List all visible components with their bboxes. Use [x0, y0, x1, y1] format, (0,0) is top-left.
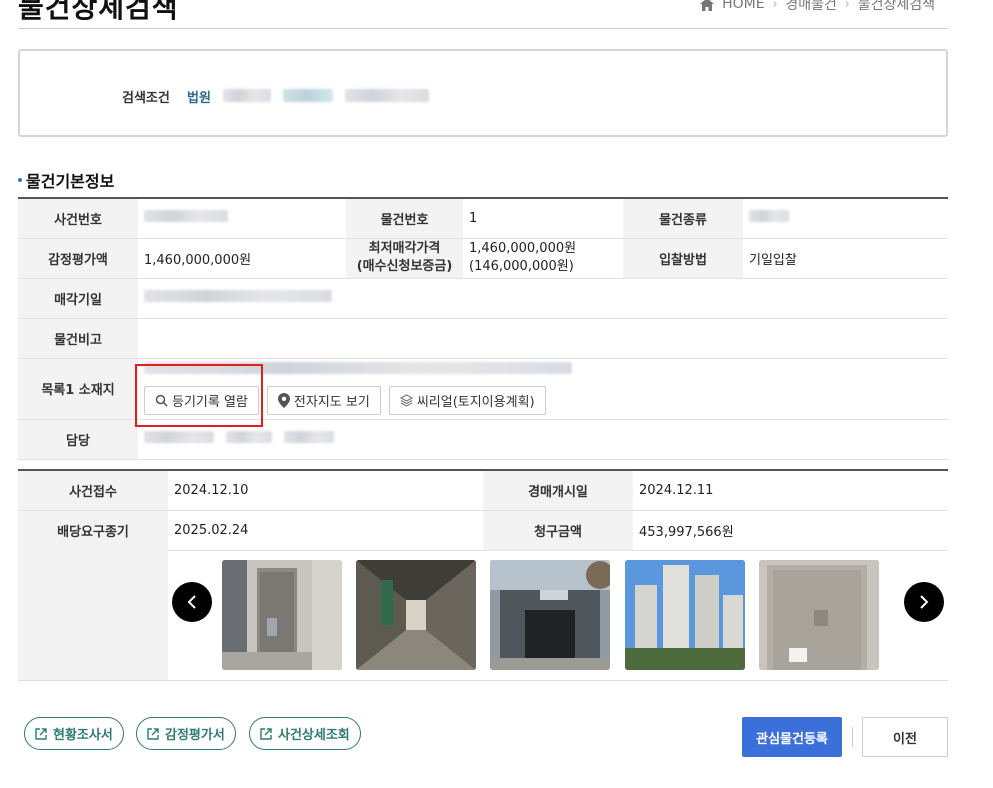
survey-report-label: 현황조사서: [53, 728, 113, 743]
back-button[interactable]: 이전: [862, 717, 948, 757]
address-label: 목록1 소재지: [18, 358, 138, 420]
case-detail-button[interactable]: 사건상세조회: [249, 717, 361, 750]
table-row: 사건번호 물건번호 1 물건종류: [18, 198, 948, 239]
registry-view-label: 등기기록 열람: [172, 395, 248, 410]
min-price-label-line2: (매수신청보증금): [356, 259, 453, 274]
item-type-label: 물건종류: [623, 198, 743, 239]
search-condition-label: 검색조건: [122, 91, 170, 106]
bullet-icon: [18, 178, 22, 182]
table-row: 물건비고: [18, 318, 948, 359]
chevron-left-icon: [187, 595, 196, 609]
chevron-right-icon: ›: [772, 0, 778, 11]
photo-thumbnail[interactable]: [222, 560, 342, 670]
table-row: 배당요구종기 2025.02.24 청구금액 453,997,566원: [18, 510, 948, 551]
deadline-label: 배당요구종기: [18, 510, 168, 551]
claim-value: 453,997,566원: [633, 510, 948, 551]
item-no-label: 물건번호: [346, 198, 463, 239]
next-arrow-button[interactable]: [904, 582, 944, 622]
section-title-text: 물건기본정보: [26, 172, 115, 191]
min-price: 1,460,000,000원: [469, 241, 577, 256]
address-text: [144, 362, 942, 378]
search-court-label: 법원: [187, 91, 211, 106]
breadcrumb-current: 물건상세검색: [857, 0, 935, 13]
case-no-label: 사건번호: [18, 198, 138, 239]
registry-view-button[interactable]: 등기기록 열람: [144, 386, 259, 415]
sale-date-label: 매각기일: [18, 278, 138, 319]
redacted-text: [223, 89, 271, 102]
search-condition-values: [223, 89, 429, 102]
e-map-button[interactable]: 전자지도 보기: [266, 386, 381, 415]
bid-method-value: 기일입찰: [743, 238, 948, 279]
remarks-value: [138, 318, 948, 359]
page-title: 물건상세검색: [18, 0, 179, 24]
layers-icon: [399, 394, 413, 407]
appraisal-value: 1,460,000,000원: [138, 238, 346, 279]
table-row: 담당: [18, 419, 948, 460]
redacted-text: [345, 89, 429, 102]
table-row: 목록1 소재지 등기기록 열람 전자지도 보기 씨리얼(토지이용계획): [18, 358, 948, 420]
photo-gallery: [18, 550, 948, 681]
address-value: 등기기록 열람 전자지도 보기 씨리얼(토지이용계획): [138, 358, 948, 420]
receipt-value: 2024.12.10: [168, 470, 483, 511]
deposit: (146,000,000원): [469, 259, 574, 274]
photo-thumbnail[interactable]: [356, 560, 476, 670]
appraisal-label: 감정평가액: [18, 238, 138, 279]
chevron-right-icon: [920, 595, 929, 609]
breadcrumb-auction[interactable]: 경매물건: [785, 0, 837, 14]
photo-thumbnail[interactable]: [625, 560, 745, 670]
button-divider: [852, 727, 853, 747]
external-link-icon: [260, 727, 272, 740]
receipt-label: 사건접수: [18, 470, 168, 511]
home-icon: [700, 0, 715, 11]
title-divider: [18, 28, 948, 29]
table-row: 감정평가액 1,460,000,000원 최저매각가격 (매수신청보증금) 1,…: [18, 238, 948, 279]
external-link-icon: [147, 727, 159, 740]
deadline-value: 2025.02.24: [168, 510, 483, 551]
seereal-button[interactable]: 씨리얼(토지이용계획): [388, 386, 546, 415]
appraisal-report-button[interactable]: 감정평가서: [136, 717, 236, 750]
appraisal-report-label: 감정평가서: [165, 728, 225, 743]
case-no-value: [138, 198, 346, 239]
prev-arrow-button[interactable]: [172, 582, 212, 622]
seereal-label: 씨리얼(토지이용계획): [416, 395, 535, 410]
address-buttons: 등기기록 열람 전자지도 보기 씨리얼(토지이용계획): [144, 386, 942, 415]
breadcrumb-home[interactable]: HOME: [722, 0, 764, 12]
case-detail-label: 사건상세조회: [278, 728, 350, 743]
external-link-icon: [35, 727, 47, 740]
e-map-label: 전자지도 보기: [293, 395, 370, 410]
redacted-text: [283, 89, 333, 102]
start-value: 2024.12.11: [633, 470, 948, 511]
table-row: 매각기일: [18, 278, 948, 319]
min-price-label: 최저매각가격 (매수신청보증금): [346, 238, 463, 279]
gallery-label-cell: [18, 550, 168, 680]
table-row: 사건접수 2024.12.10 경매개시일 2024.12.11: [18, 470, 948, 511]
case-dates-table: 사건접수 2024.12.10 경매개시일 2024.12.11 배당요구종기 …: [18, 469, 948, 551]
search-condition-box: 검색조건 법원: [18, 49, 948, 137]
min-price-value: 1,460,000,000원 (146,000,000원): [463, 238, 623, 279]
claim-label: 청구금액: [483, 510, 633, 551]
manager-label: 담당: [18, 419, 138, 460]
register-interest-button[interactable]: 관심물건등록: [742, 717, 842, 757]
remarks-label: 물건비고: [18, 318, 138, 359]
search-icon: [155, 394, 168, 407]
photo-thumbnail[interactable]: [490, 560, 610, 670]
map-pin-icon: [277, 393, 290, 408]
item-type-value: [743, 198, 948, 239]
bid-method-label: 입찰방법: [623, 238, 743, 279]
breadcrumb: HOME › 경매물건 › 물건상세검색: [700, 0, 935, 14]
basic-info-table: 사건번호 물건번호 1 물건종류 감정평가액 1,460,000,000원 최저…: [18, 197, 948, 460]
start-label: 경매개시일: [483, 470, 633, 511]
item-no-value: 1: [463, 198, 623, 239]
photo-thumbnail[interactable]: [759, 560, 879, 670]
section-title: 물건기본정보: [18, 168, 114, 192]
manager-value: [138, 419, 948, 460]
survey-report-button[interactable]: 현황조사서: [24, 717, 124, 750]
min-price-label-line1: 최저매각가격: [368, 241, 441, 256]
chevron-right-icon: ›: [844, 0, 850, 11]
sale-date-value: [138, 278, 948, 319]
